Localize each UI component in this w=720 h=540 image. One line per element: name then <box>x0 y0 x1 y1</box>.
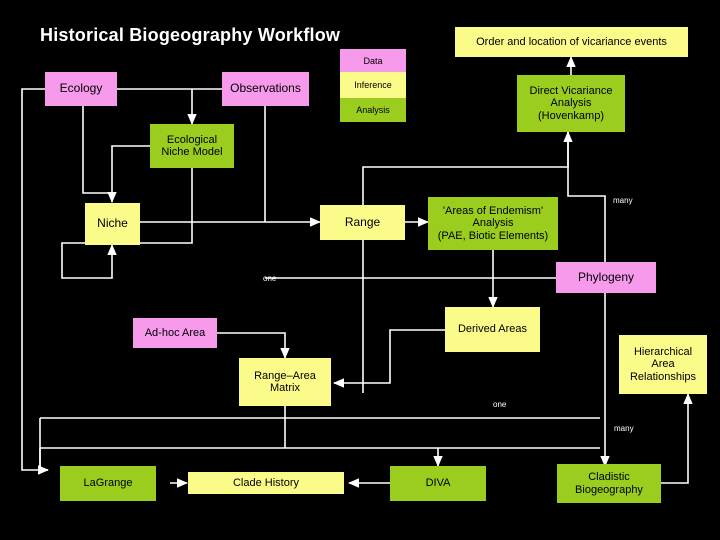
node-label-range: Range <box>344 214 381 229</box>
node-label-direct-vicariance-analysis: Direct Vicariance Analysis (Hovenkamp) <box>529 85 613 122</box>
node-phylogeny[interactable]: Phylogeny <box>556 262 656 293</box>
node-observations[interactable]: Observations <box>222 72 309 106</box>
node-label-cladistic-biogeography: Cladistic Biogeography <box>575 471 643 496</box>
node-label-ecology: Ecology <box>59 81 103 96</box>
node-label-ecological-niche-model: Ecological Niche Model <box>161 133 223 158</box>
legend-label-data: Data <box>363 55 383 66</box>
node-ecology[interactable]: Ecology <box>45 72 117 106</box>
wire-derived-matrix <box>333 329 445 388</box>
node-direct-vicariance-analysis[interactable]: Direct Vicariance Analysis (Hovenkamp) <box>517 75 625 132</box>
edge-label-one-range: one <box>263 274 277 283</box>
node-label-niche: Niche <box>97 216 128 231</box>
node-label-observations: Observations <box>230 81 301 96</box>
node-label-diva: DIVA <box>425 477 451 490</box>
node-clade-history[interactable]: Clade History <box>188 472 344 494</box>
node-label-derived-areas: Derived Areas <box>457 323 528 336</box>
node-label-ad-hoc-area: Ad-hoc Area <box>144 326 206 339</box>
node-range-area-matrix[interactable]: Range–Area Matrix <box>239 358 331 406</box>
edge-label-many-phylogeny: many <box>613 196 633 205</box>
node-label-areas-of-endemism-analysis: 'Areas of Endemism' Analysis (PAE, Bioti… <box>437 205 549 242</box>
legend-label-analysis: Analysis <box>356 105 390 115</box>
node-diva[interactable]: DIVA <box>390 466 486 501</box>
wire-ecology-niche <box>82 106 117 203</box>
node-ecological-niche-model[interactable]: Ecological Niche Model <box>150 124 234 168</box>
node-areas-of-endemism-analysis[interactable]: 'Areas of Endemism' Analysis (PAE, Bioti… <box>428 197 558 250</box>
legend-label-inference: Inference <box>354 80 392 90</box>
wire-nichemodel-niche <box>111 145 150 202</box>
edge-label-many-cladistic: many <box>614 424 634 433</box>
wire-bus-left-down <box>39 418 48 471</box>
node-label-hierarchical-area-relationships: Hierarchical Area Relationships <box>629 346 697 383</box>
node-vicariance-events[interactable]: Order and location of vicariance events <box>455 27 688 57</box>
page-title: Historical Biogeography Workflow <box>40 25 341 45</box>
legend-item-inference: Inference <box>340 72 406 98</box>
node-label-range-area-matrix: Range–Area Matrix <box>254 369 316 394</box>
wire-adhoc-matrix <box>217 332 290 359</box>
node-range[interactable]: Range <box>320 205 405 240</box>
edge-label-one-derived: one <box>493 400 507 409</box>
legend-item-data: Data <box>340 49 406 72</box>
node-niche[interactable]: Niche <box>85 203 140 245</box>
wire-cladistic-hierarchical <box>661 393 693 484</box>
node-lagrange[interactable]: LaGrange <box>60 466 156 501</box>
node-label-lagrange: LaGrange <box>83 477 133 490</box>
node-label-phylogeny: Phylogeny <box>577 269 635 284</box>
wire-range-dva <box>362 131 573 205</box>
node-ad-hoc-area[interactable]: Ad-hoc Area <box>133 318 217 348</box>
node-label-clade-history: Clade History <box>232 476 300 489</box>
wire-phylogeny-dva <box>567 132 606 262</box>
node-cladistic-biogeography[interactable]: Cladistic Biogeography <box>557 464 661 503</box>
node-derived-areas[interactable]: Derived Areas <box>445 307 540 352</box>
wire-ecology-lagrange <box>21 88 49 475</box>
diagram-canvas: Historical Biogeography Workflow Data In… <box>0 0 720 540</box>
node-hierarchical-area-relationships[interactable]: Hierarchical Area Relationships <box>619 335 707 394</box>
legend-item-analysis: Analysis <box>340 98 406 122</box>
node-label-vicariance-events: Order and location of vicariance events <box>476 35 667 48</box>
